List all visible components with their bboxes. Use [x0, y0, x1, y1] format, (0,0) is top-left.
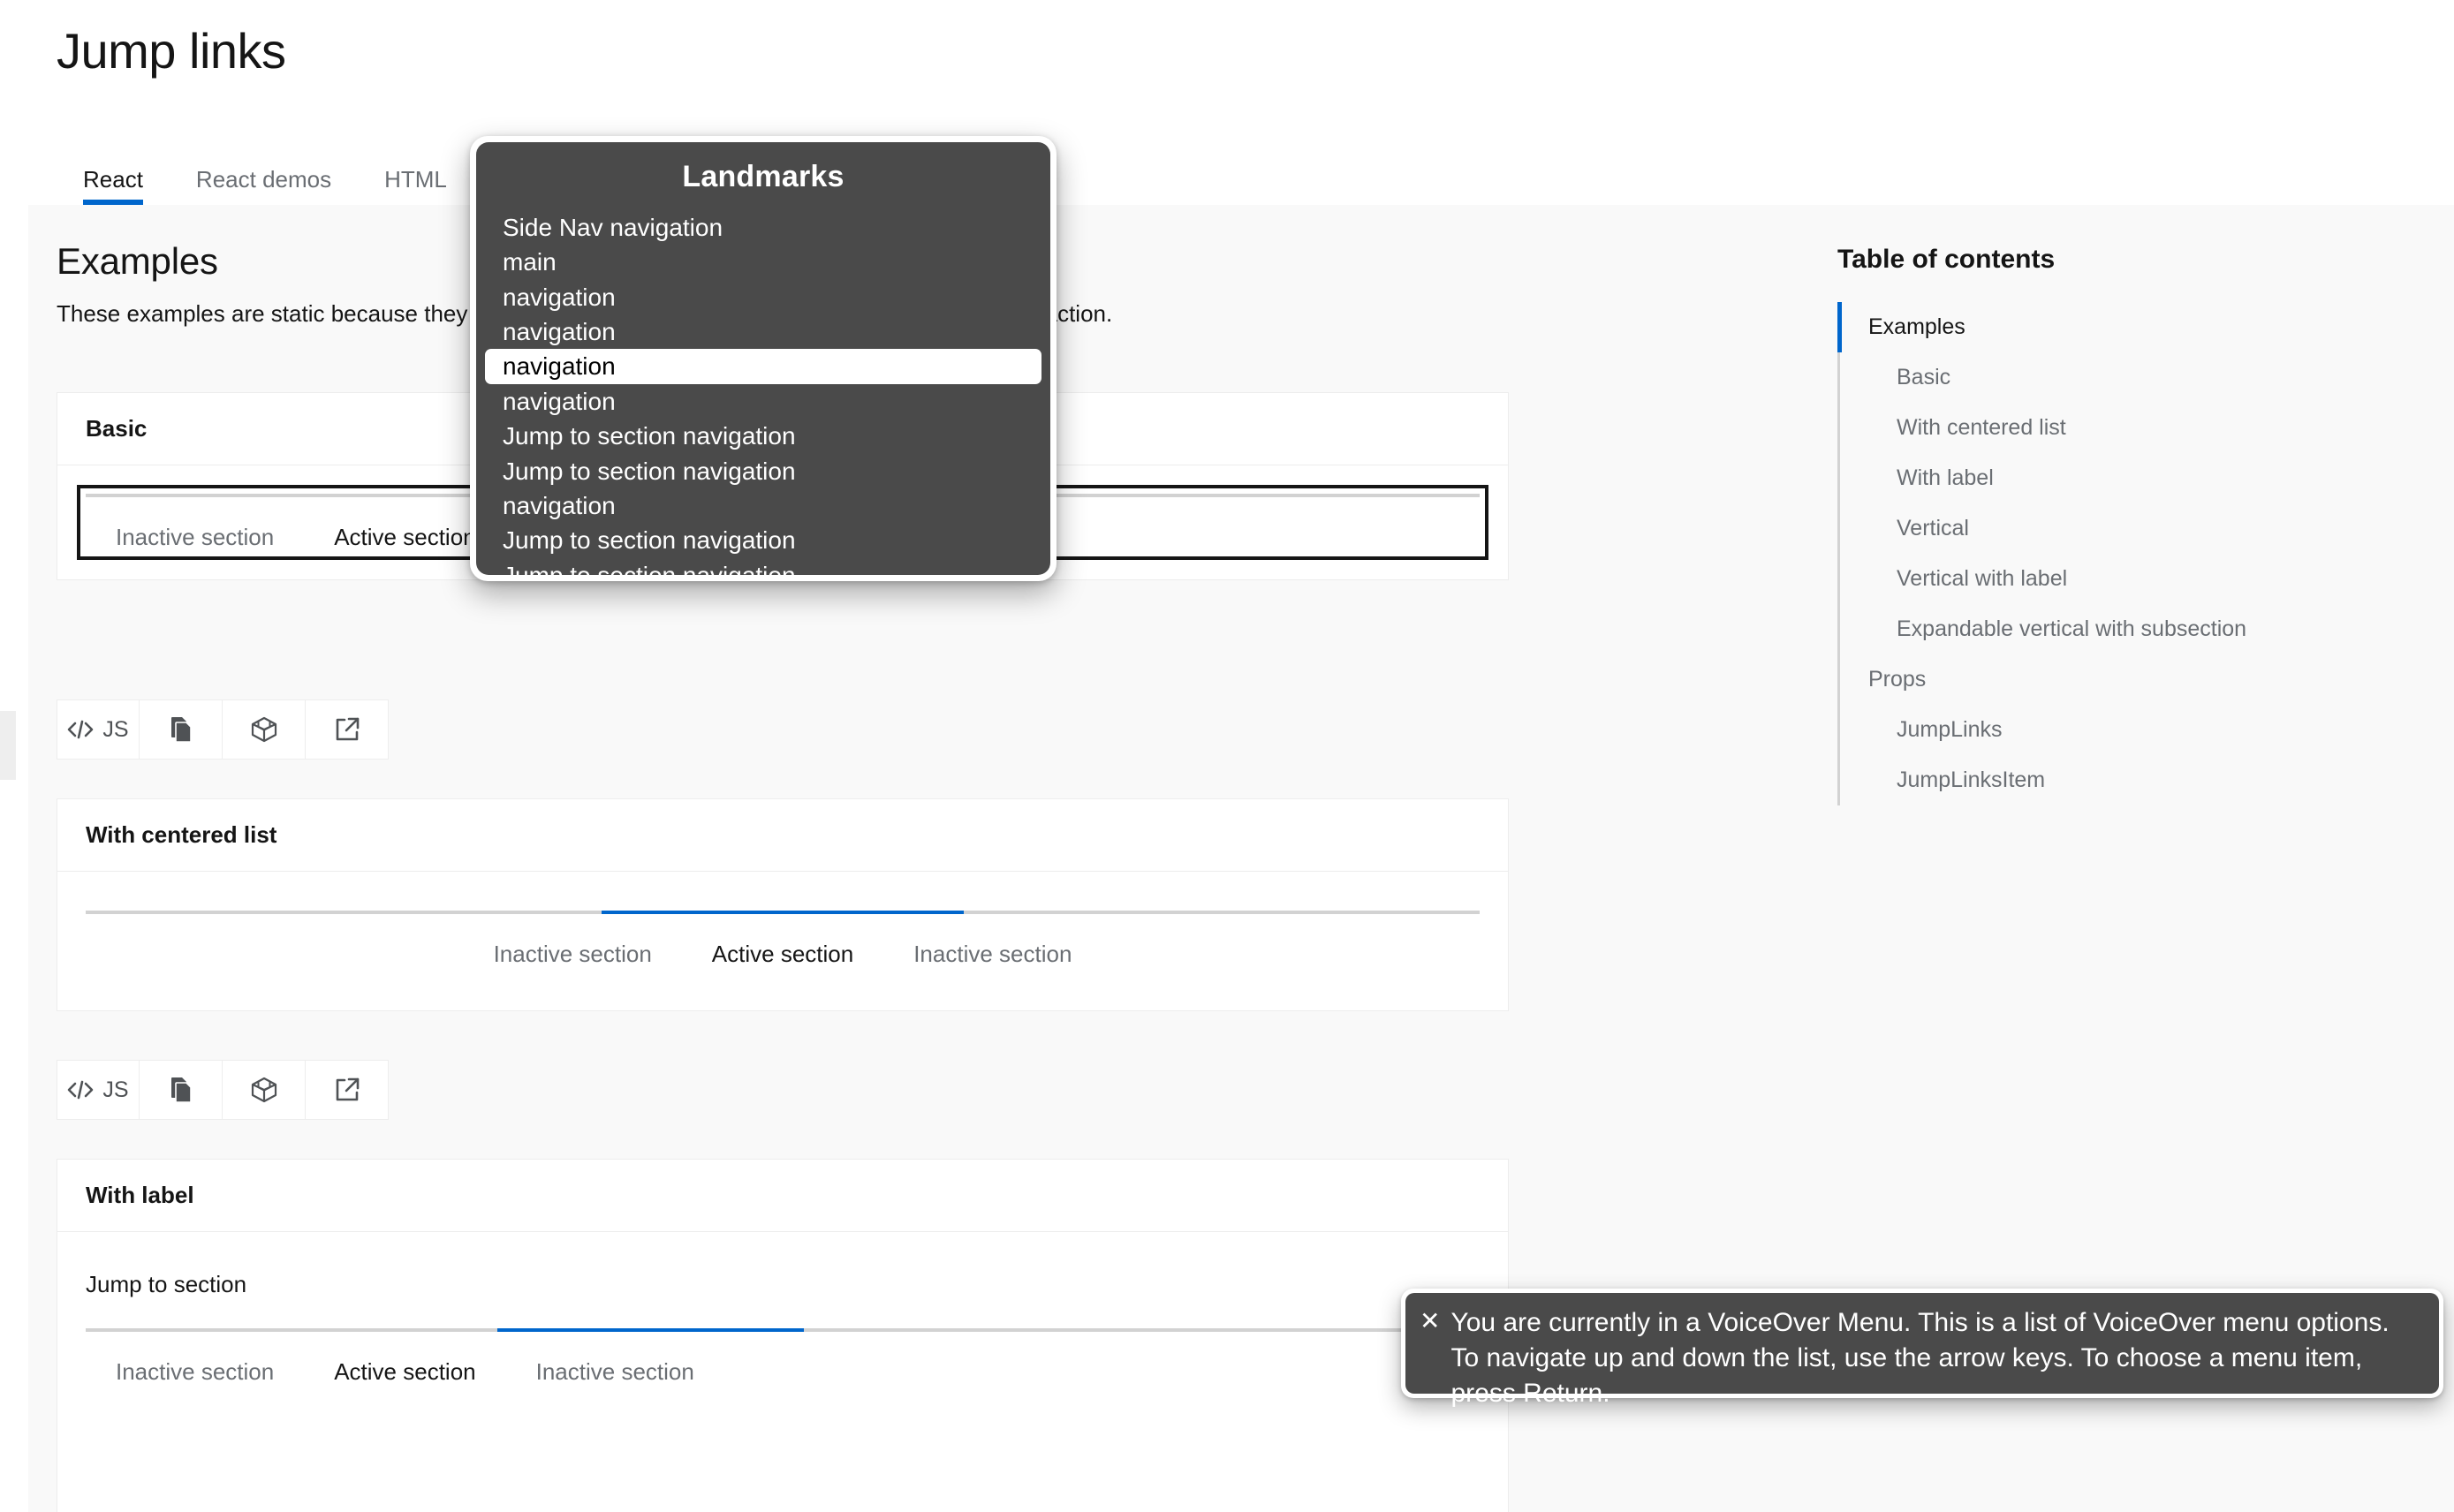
jump-link-item-active[interactable]: Active section	[304, 1358, 505, 1386]
jump-links-centered[interactable]: Inactive section Active section Inactive…	[86, 911, 1480, 968]
tab-html[interactable]: HTML	[358, 144, 473, 205]
example-card-centered-list: With centered list Inactive section Acti…	[57, 798, 1509, 1011]
voiceover-menu-item[interactable]: navigation	[485, 314, 1041, 349]
jump-link-item[interactable]: Inactive section	[883, 941, 1102, 968]
toc-item-with-centered-list[interactable]: With centered list	[1840, 403, 2403, 453]
open-external-button[interactable]	[306, 699, 389, 760]
code-language-label: JS	[102, 716, 129, 742]
card-header: With centered list	[57, 799, 1508, 872]
voiceover-menu-item[interactable]: Jump to section navigation	[485, 419, 1041, 453]
jump-links-items: Inactive section Active section Inactive…	[86, 1332, 1480, 1386]
offscreen-sidebar-fragment	[0, 711, 16, 780]
code-toolbar-basic: JS	[57, 699, 389, 760]
jump-links-label: Jump to section	[86, 1271, 247, 1297]
jump-links-track	[86, 911, 1480, 914]
codesandbox-icon	[250, 715, 278, 744]
voiceover-caption-panel: ✕ You are currently in a VoiceOver Menu.…	[1401, 1289, 2443, 1408]
copy-button[interactable]	[140, 699, 223, 760]
toc-item-vertical-with-label[interactable]: Vertical with label	[1840, 554, 2403, 604]
voiceover-caption-text: You are currently in a VoiceOver Menu. T…	[1450, 1308, 2390, 1408]
card-body: Jump to section Inactive section Active …	[57, 1232, 1508, 1386]
close-icon[interactable]: ✕	[1420, 1309, 1440, 1334]
page-title: Jump links	[57, 23, 286, 79]
copy-icon	[170, 716, 193, 743]
jump-links-items: Inactive section Active section Inactive…	[86, 914, 1480, 968]
view-code-button[interactable]: JS	[57, 699, 140, 760]
card-title: Basic	[86, 415, 148, 442]
jump-link-item[interactable]: Inactive section	[464, 941, 682, 968]
toc-item-expandable-vertical-with-subsection[interactable]: Expandable vertical with subsection	[1840, 604, 2403, 654]
toc-item-with-label[interactable]: With label	[1840, 453, 2403, 503]
jump-link-item[interactable]: Inactive section	[506, 1358, 724, 1386]
voiceover-menu-item[interactable]: navigation	[485, 384, 1041, 419]
toc-item-props[interactable]: Props	[1840, 654, 2403, 705]
open-external-button[interactable]	[306, 1060, 389, 1120]
voiceover-landmarks-menu[interactable]: Landmarks Side Nav navigation main navig…	[470, 136, 1057, 581]
jump-link-item-active[interactable]: Active section	[682, 941, 883, 968]
toc-list: Examples Basic With centered list With l…	[1837, 302, 2403, 805]
toc-item-vertical[interactable]: Vertical	[1840, 503, 2403, 554]
tab-list: React React demos HTML	[57, 144, 473, 205]
copy-button[interactable]	[140, 1060, 223, 1120]
left-edge-strip	[0, 0, 28, 1512]
jump-link-item[interactable]: Inactive section	[86, 1358, 304, 1386]
jump-links-with-label[interactable]: Jump to section Inactive section Active …	[86, 1271, 1480, 1386]
card-body: Inactive section Active section Inactive…	[57, 872, 1508, 1010]
voiceover-menu-item[interactable]: navigation	[485, 280, 1041, 314]
voiceover-menu-item[interactable]: Jump to section navigation	[485, 523, 1041, 557]
voiceover-menu-item[interactable]: Side Nav navigation	[485, 210, 1041, 245]
codesandbox-button[interactable]	[223, 1060, 306, 1120]
jump-links-active-indicator	[496, 1328, 804, 1332]
app-root: Jump links React React demos HTML Exampl…	[0, 0, 2454, 1512]
code-toolbar-centered-list: JS	[57, 1060, 389, 1120]
voiceover-menu-item[interactable]: Jump to section navigation	[485, 454, 1041, 488]
voiceover-menu-item[interactable]: Jump to section navigation	[485, 558, 1041, 575]
voiceover-menu-item-selected[interactable]: navigation	[485, 349, 1041, 384]
jump-links-track	[86, 1328, 1480, 1332]
card-title: With centered list	[86, 821, 277, 848]
jump-links-active-indicator	[601, 911, 965, 914]
view-code-button[interactable]: JS	[57, 1060, 140, 1120]
codesandbox-icon	[250, 1076, 278, 1104]
code-language-label: JS	[102, 1077, 129, 1102]
tab-react[interactable]: React	[57, 144, 170, 205]
toc-title: Table of contents	[1837, 245, 2056, 274]
voiceover-menu-list: Side Nav navigation main navigation navi…	[476, 210, 1050, 575]
code-icon	[67, 1080, 94, 1100]
toc-item-examples[interactable]: Examples	[1837, 302, 2403, 352]
external-link-icon	[334, 1077, 360, 1103]
voiceover-caption-inner: ✕ You are currently in a VoiceOver Menu.…	[1405, 1293, 2439, 1408]
toc-item-jumplinksitem[interactable]: JumpLinksItem	[1840, 755, 2403, 805]
voiceover-menu-item[interactable]: main	[485, 245, 1041, 279]
voiceover-menu-panel: Landmarks Side Nav navigation main navig…	[476, 142, 1050, 575]
toc-item-basic[interactable]: Basic	[1840, 352, 2403, 403]
toc-item-jumplinks[interactable]: JumpLinks	[1840, 705, 2403, 755]
copy-icon	[170, 1077, 193, 1103]
jump-link-item[interactable]: Inactive section	[86, 524, 304, 551]
voiceover-menu-item[interactable]: navigation	[485, 488, 1041, 523]
external-link-icon	[334, 716, 360, 743]
page-section-heading: Examples	[57, 240, 218, 282]
card-header: With label	[57, 1160, 1508, 1232]
example-card-with-label: With label Jump to section Inactive sect…	[57, 1159, 1509, 1512]
tab-strip: React React demos HTML	[0, 144, 2454, 205]
voiceover-menu-title: Landmarks	[682, 160, 845, 193]
card-title: With label	[86, 1182, 194, 1208]
tab-react-demos[interactable]: React demos	[170, 144, 358, 205]
codesandbox-button[interactable]	[223, 699, 306, 760]
code-icon	[67, 720, 94, 739]
